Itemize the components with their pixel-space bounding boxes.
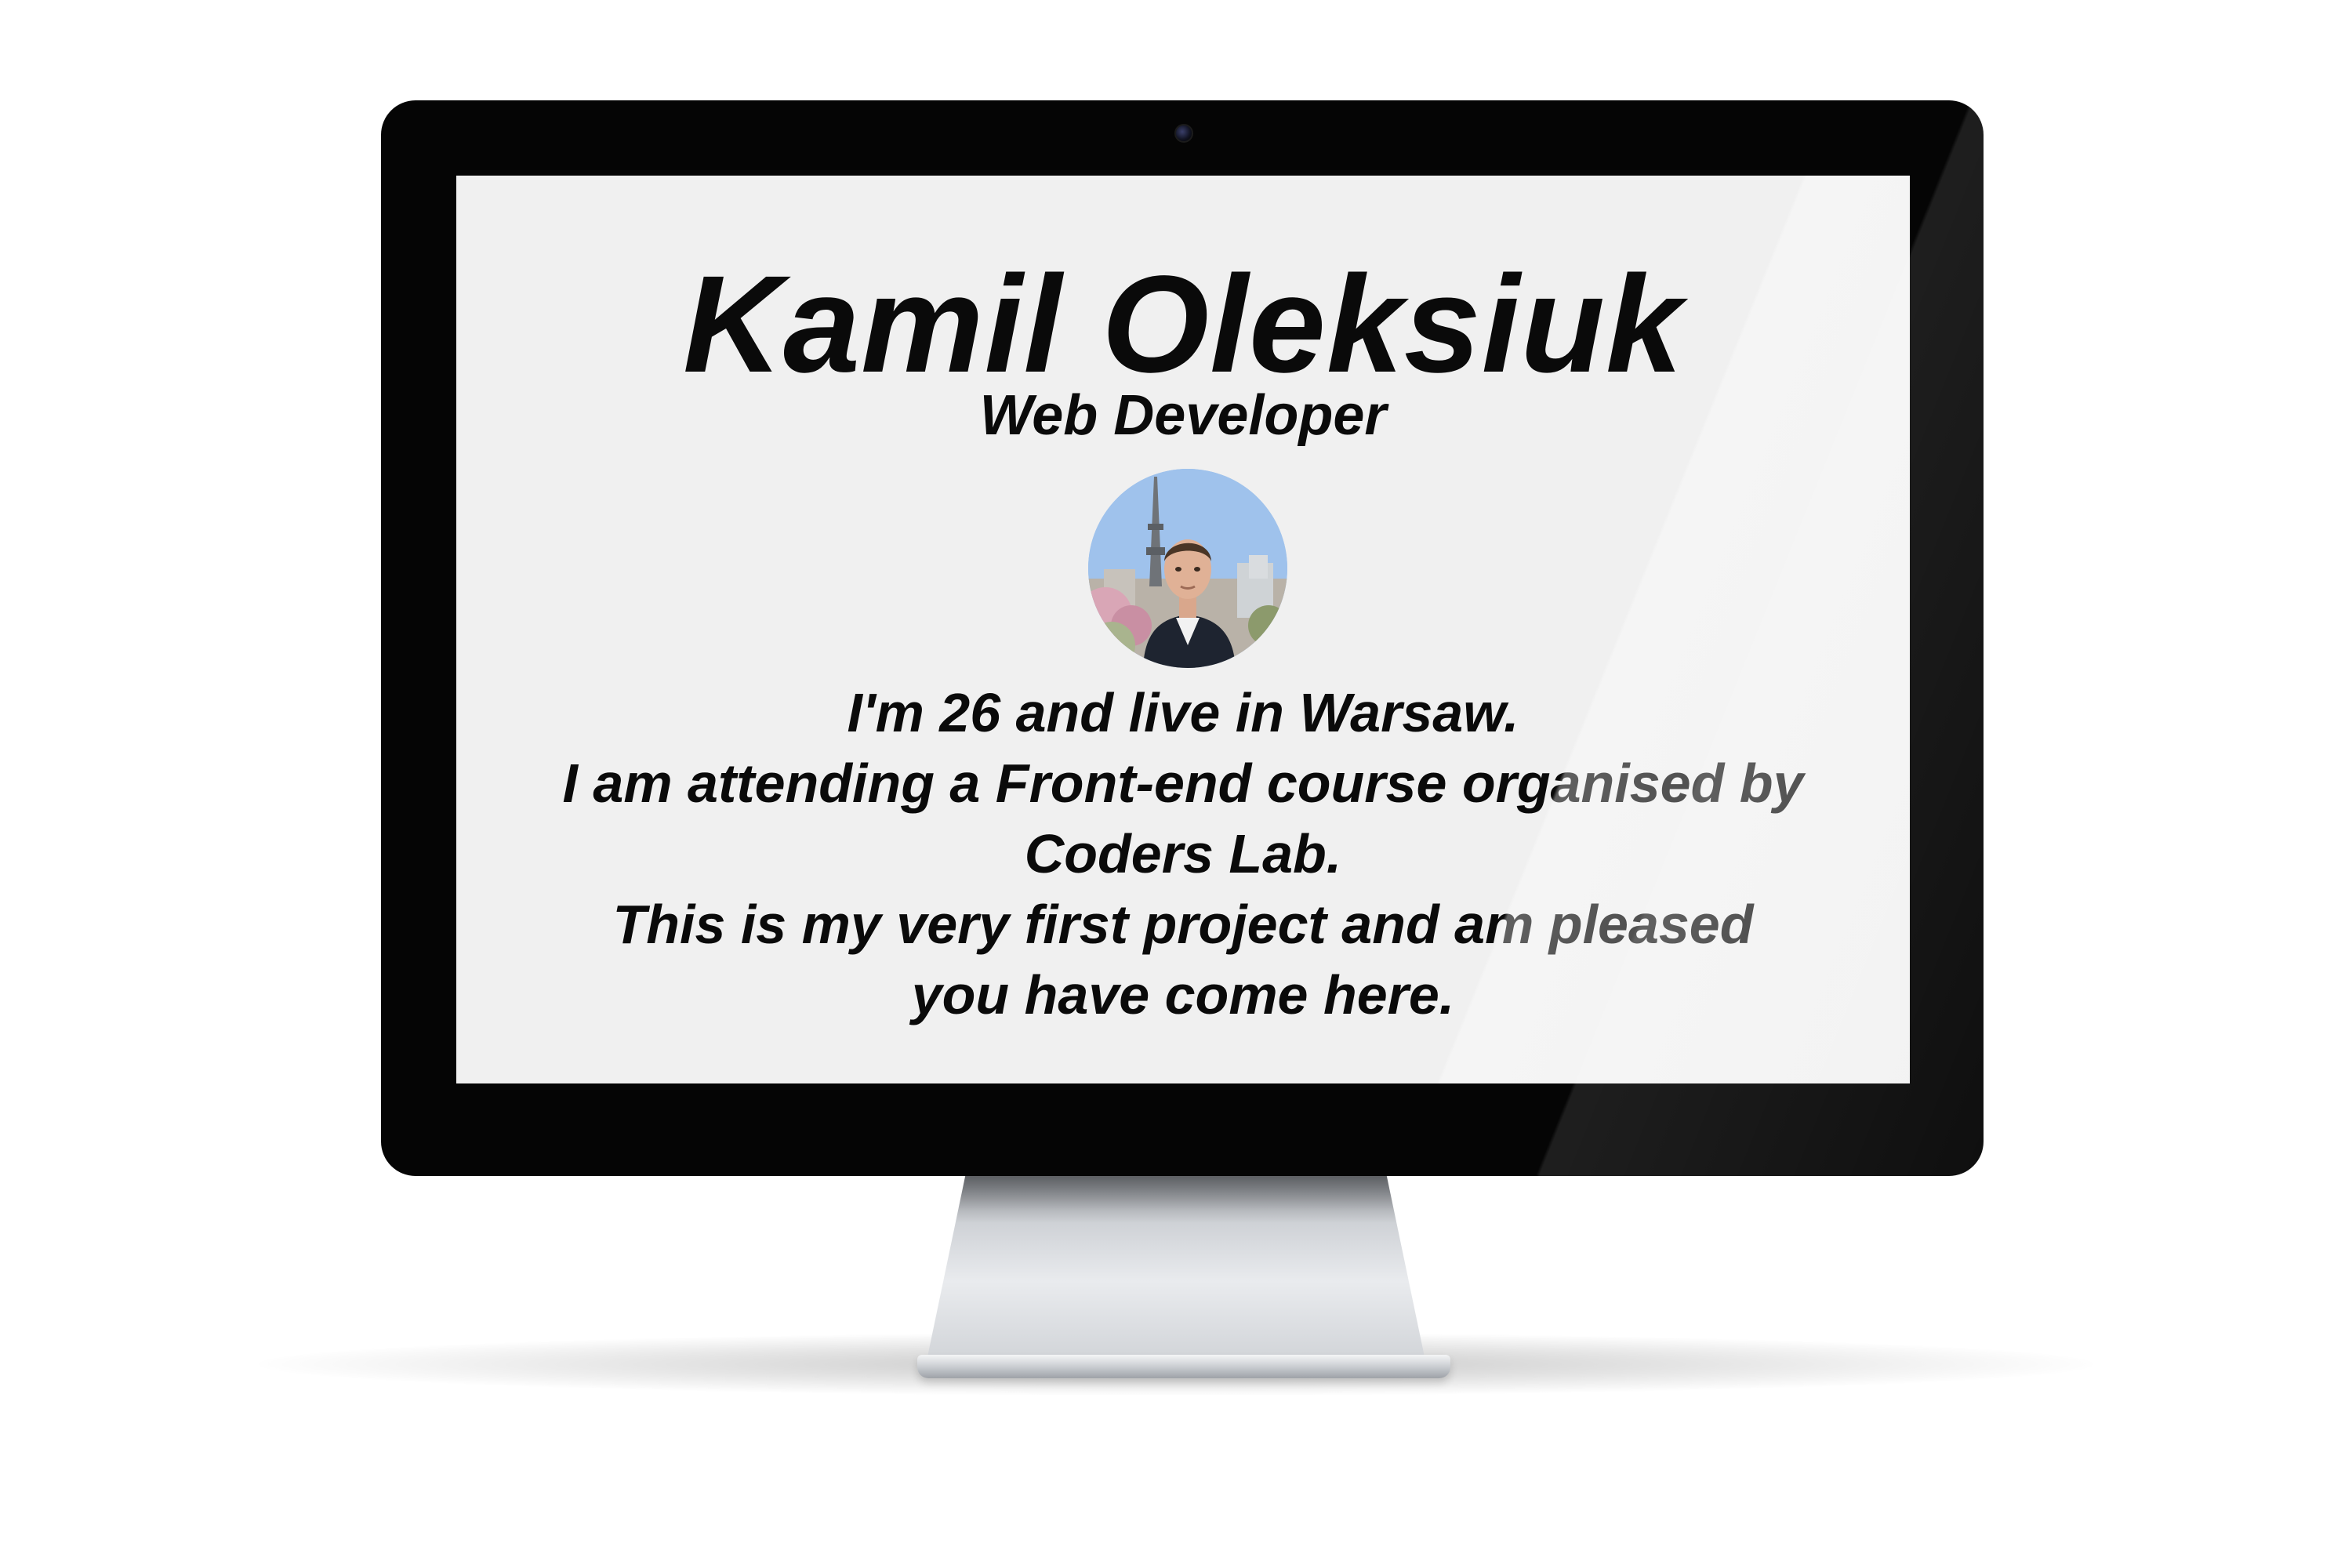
page-title: Kamil Oleksiuk — [683, 248, 1683, 401]
bio-line: This is my very first project and am ple… — [612, 894, 1754, 955]
bio-line: I am attending a Front-end course organi… — [562, 753, 1804, 814]
profile-photo-icon — [1088, 469, 1287, 668]
monitor-stand-neck — [925, 1176, 1427, 1368]
webcam-icon — [1174, 124, 1193, 143]
bio-line: you have come here. — [911, 964, 1455, 1025]
bio-text: I'm 26 and live in Warsaw. I am attendin… — [503, 677, 1863, 1030]
monitor-bezel: Kamil Oleksiuk Web Developer I'm 26 and … — [381, 100, 1984, 1176]
bio-line: Coders Lab. — [1024, 823, 1342, 884]
monitor-mockup: Kamil Oleksiuk Web Developer I'm 26 and … — [0, 0, 2352, 1568]
monitor-stand-base — [917, 1355, 1450, 1378]
monitor-screen: Kamil Oleksiuk Web Developer I'm 26 and … — [456, 176, 1910, 1083]
avatar — [1088, 469, 1287, 668]
job-title: Web Developer — [979, 384, 1387, 447]
bio-line: I'm 26 and live in Warsaw. — [847, 682, 1519, 743]
